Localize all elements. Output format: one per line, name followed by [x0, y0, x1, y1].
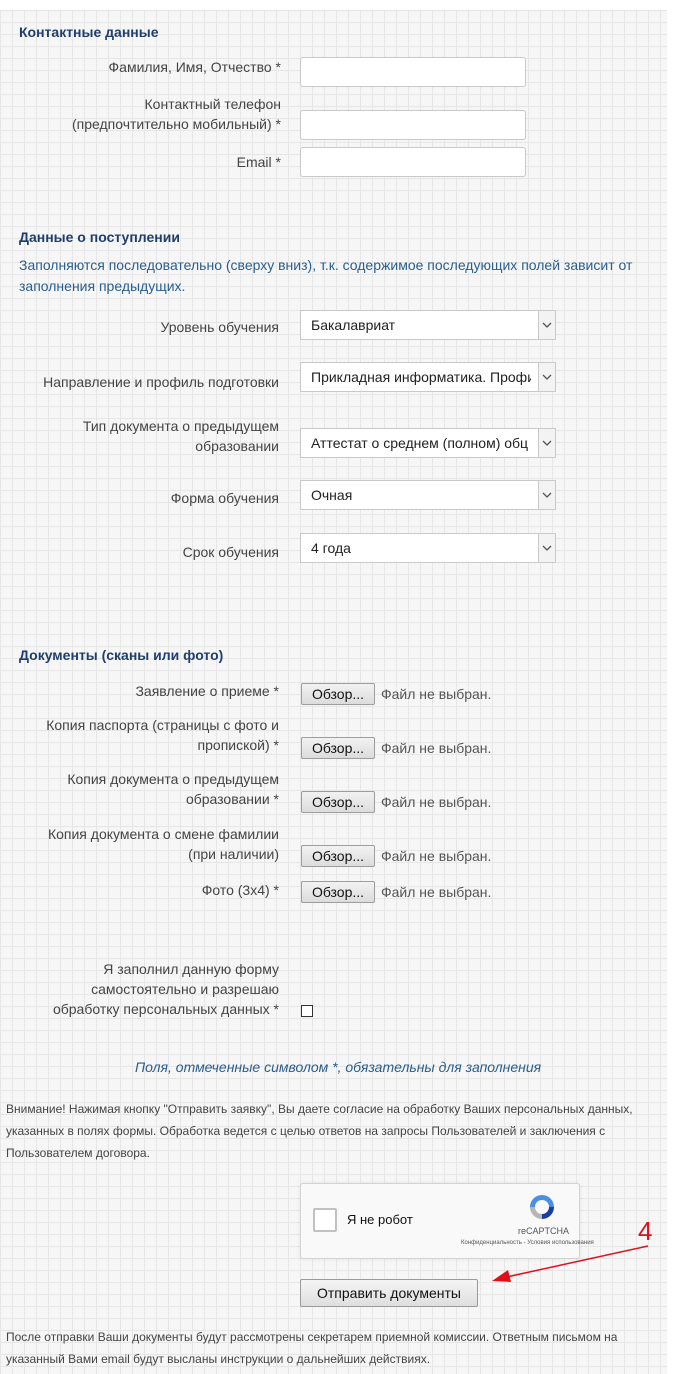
file-status-passport: Файл не выбран.: [381, 740, 492, 756]
chevron-down-icon: [538, 534, 555, 562]
application-label: Заявление о приеме *: [135, 683, 279, 699]
form-select-value: Очная: [311, 487, 353, 503]
direction-label: Направление и профиль подготовки: [43, 374, 279, 390]
chevron-down-icon: [538, 429, 555, 457]
annotation-arrow-icon: [492, 1245, 649, 1282]
warning-line3: Пользователем договора.: [6, 1146, 150, 1160]
recaptcha-logo-icon: [527, 1192, 557, 1227]
consent-label-line1: Я заполнил данную форму: [103, 961, 279, 977]
recaptcha-label: Я не робот: [347, 1212, 413, 1227]
browse-button-name-change[interactable]: Обзор...: [301, 845, 375, 867]
email-label: Email *: [236, 154, 281, 170]
warning-line2: указанных в полях формы. Обработка ведет…: [6, 1124, 606, 1138]
consent-label-line2: самостоятельно и разрешаю: [91, 981, 279, 997]
browse-button-passport[interactable]: Обзор...: [301, 737, 375, 759]
form-select[interactable]: Очная: [300, 480, 556, 510]
recaptcha-checkbox[interactable]: [313, 1208, 337, 1232]
phone-label-line2: (предпочтительно мобильный) *: [71, 116, 281, 132]
doc-type-select-value: Аттестат о среднем (полном) обц: [311, 435, 529, 451]
name-change-label-line2: (при наличии): [188, 846, 279, 862]
section-title-contact: Контактные данные: [19, 24, 159, 40]
level-select[interactable]: Бакалавриат: [300, 310, 556, 340]
file-status-photo: Файл не выбран.: [381, 884, 492, 900]
required-fields-note: Поля, отмеченные символом *, обязательны…: [135, 1059, 542, 1075]
prev-doc-label-line1: Копия документа о предыдущем: [67, 771, 279, 787]
photo-label: Фото (3x4) *: [201, 882, 279, 898]
consent-checkbox[interactable]: [301, 1005, 313, 1017]
file-status-name-change: Файл не выбран.: [381, 848, 492, 864]
doc-type-select[interactable]: Аттестат о среднем (полном) обц: [300, 428, 556, 458]
section-title-admission: Данные о поступлении: [19, 229, 180, 245]
term-select[interactable]: 4 года: [300, 533, 556, 563]
passport-label-line2: пропиской) *: [197, 737, 279, 753]
level-select-value: Бакалавриат: [311, 317, 396, 333]
footer-line1: После отправки Ваши документы будут расс…: [6, 1330, 618, 1344]
level-label: Уровень обучения: [160, 319, 279, 335]
email-input[interactable]: [300, 147, 526, 177]
phone-label-line1: Контактный телефон: [144, 96, 281, 112]
doc-type-label-line2: образовании: [195, 438, 279, 454]
doc-type-label-line1: Тип документа о предыдущем: [82, 418, 279, 434]
chevron-down-icon: [538, 311, 555, 339]
direction-select[interactable]: Прикладная информатика. Профи: [300, 362, 556, 392]
phone-input[interactable]: [300, 110, 526, 140]
term-select-value: 4 года: [311, 540, 351, 556]
admission-note-line2: заполнения предыдущих.: [19, 278, 186, 294]
chevron-down-icon: [538, 363, 555, 391]
file-status-application: Файл не выбран.: [381, 686, 492, 702]
fio-input[interactable]: [300, 57, 526, 87]
passport-label-line1: Копия паспорта (страницы с фото и: [46, 717, 279, 733]
section-title-documents: Документы (сканы или фото): [19, 647, 224, 663]
file-status-prev-doc: Файл не выбран.: [381, 794, 492, 810]
admission-note-line1: Заполняются последовательно (сверху вниз…: [19, 257, 633, 273]
fio-label: Фамилия, Имя, Отчество *: [108, 59, 281, 75]
warning-line1: Внимание! Нажимая кнопку "Отправить заяв…: [6, 1102, 633, 1116]
recaptcha-brand: reCAPTCHA: [518, 1226, 570, 1236]
browse-button-prev-doc[interactable]: Обзор...: [301, 791, 375, 813]
submit-documents-button[interactable]: Отправить документы: [300, 1279, 478, 1307]
consent-label-line3: обработку персональных данных *: [52, 1001, 279, 1017]
name-change-label-line1: Копия документа о смене фамилии: [47, 826, 279, 842]
browse-button-application[interactable]: Обзор...: [301, 683, 375, 705]
chevron-down-icon: [538, 481, 555, 509]
form-label: Форма обучения: [170, 490, 279, 506]
prev-doc-label-line2: образовании *: [185, 791, 279, 807]
direction-select-value: Прикладная информатика. Профи: [311, 369, 531, 385]
browse-button-photo[interactable]: Обзор...: [301, 881, 375, 903]
term-label: Срок обучения: [182, 544, 279, 560]
footer-line2: указанный Вами email будут высланы инстр…: [6, 1352, 431, 1366]
annotation-number: 4: [638, 1216, 653, 1246]
